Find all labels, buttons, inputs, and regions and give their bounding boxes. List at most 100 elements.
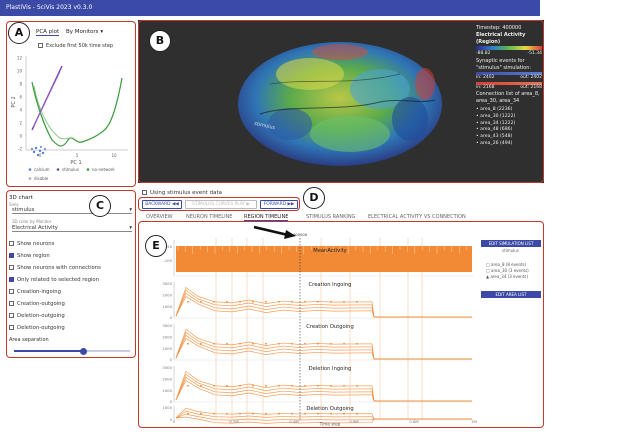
connection-title: Connection list of area_8, bbox=[476, 91, 540, 98]
checkbox-box bbox=[9, 265, 14, 270]
timeline-chart-title: MeanActivity bbox=[313, 248, 347, 254]
tab-electrical-vs-connection[interactable]: ELECTRICAL ACTIVITY VS CONNECTION bbox=[368, 214, 466, 220]
separation-slider-thumb[interactable] bbox=[80, 347, 88, 355]
count-y-tick: 2000 bbox=[162, 293, 172, 298]
connection-item[interactable]: • area_30 (1222) bbox=[476, 114, 542, 121]
scale-max: -51.34 bbox=[527, 51, 542, 57]
event-point bbox=[356, 300, 358, 303]
option-checkbox[interactable]: Show region bbox=[9, 253, 50, 259]
pca-legend-item[interactable]: calcium bbox=[34, 167, 50, 172]
brain-info-panel: Timestep: 400000 Electrical Activity (Re… bbox=[476, 25, 542, 148]
marker-b: B bbox=[149, 30, 171, 52]
pca-plot-tab[interactable]: PCA plot bbox=[36, 29, 60, 36]
timestep-label: Timestep: 400000 bbox=[476, 25, 522, 31]
event-series-line bbox=[175, 373, 472, 402]
option-checkbox[interactable]: Creation-outgoing bbox=[9, 301, 65, 307]
checkbox-box bbox=[9, 277, 14, 282]
event-point bbox=[317, 384, 319, 387]
pca-scatter-plot[interactable]: 12 10 8 6 4 2 0 -2 0 5 10 calcium stimulus no-netwo… bbox=[10, 52, 134, 184]
using-stimulus-checkbox[interactable]: Using stimulus event data bbox=[142, 190, 222, 196]
pca-y-tick: 8 bbox=[19, 82, 22, 87]
event-series-line bbox=[175, 337, 472, 360]
curves-play-button[interactable]: STIMULUS CURVES PLAY ▶ bbox=[185, 200, 257, 209]
timeline-chart[interactable]: 3000 2000 1000 0 Creation Ingoing bbox=[162, 281, 474, 320]
monitor-mode-select[interactable]: By Monitors ▾ bbox=[66, 29, 103, 35]
timeline-chart[interactable]: 3000 2000 1000 0 Creation Outgoing bbox=[162, 323, 474, 362]
separation-slider-track[interactable] bbox=[14, 347, 130, 355]
event-point bbox=[252, 384, 254, 387]
event-point bbox=[304, 412, 306, 415]
option-checkbox[interactable]: Show neurons bbox=[9, 241, 54, 247]
event-point bbox=[291, 384, 293, 387]
backward-button[interactable]: BACKWARD ◀◀ bbox=[142, 200, 182, 209]
synaptic-events-label: Synaptic events for bbox=[476, 58, 525, 65]
tab-region-timeline[interactable]: REGION TIMELINE bbox=[244, 214, 289, 221]
pca-x-tick: 5 bbox=[76, 153, 79, 158]
option-checkbox[interactable]: Deletion-outgoing bbox=[9, 325, 65, 331]
area-list: □ area_8 (8 events) □ area_30 (3 events) ▲… bbox=[486, 262, 529, 280]
timeline-chart[interactable]: 3000 2000 1000 0 Deletion Ingoing bbox=[162, 365, 474, 404]
pca-legend-item[interactable]: no-network bbox=[92, 167, 115, 172]
event-point bbox=[252, 412, 254, 415]
in-count-1: in: 2402 bbox=[476, 74, 495, 80]
event-point bbox=[213, 342, 215, 345]
timeline-x-tick: 0.6M bbox=[349, 419, 358, 424]
checkbox-box bbox=[9, 325, 14, 330]
event-point bbox=[330, 412, 332, 415]
event-point bbox=[226, 300, 228, 303]
color-select[interactable]: Electrical Activity ▾ bbox=[12, 225, 132, 232]
option-checkbox[interactable]: Deletion-outgoing bbox=[9, 313, 65, 319]
tab-overview[interactable]: OVERVIEW bbox=[146, 214, 173, 220]
pca-legend-item[interactable]: disable bbox=[34, 176, 49, 181]
event-point bbox=[343, 300, 345, 303]
connection-item[interactable]: • area_43 (548) bbox=[476, 134, 542, 141]
edit-simulation-list-button[interactable]: EDIT SIMULATION LIST bbox=[481, 240, 541, 247]
option-checkbox[interactable]: Creation-ingoing bbox=[9, 289, 61, 295]
connection-item[interactable]: • area_26 (494) bbox=[476, 141, 542, 148]
sim-select[interactable]: stimulus ▾ bbox=[12, 207, 132, 214]
forward-button[interactable]: FORWARD ▶▶ bbox=[260, 200, 298, 209]
pca-legend-item[interactable]: stimulus bbox=[62, 167, 79, 172]
event-point bbox=[252, 342, 254, 345]
scale-min: -88.82 bbox=[476, 51, 491, 57]
tab-stimulus-ranking[interactable]: STIMULUS RANKING bbox=[306, 214, 355, 220]
timeline-chart[interactable]: 1000 0 Deletion Outgoing bbox=[162, 405, 474, 424]
option-label: Deletion-outgoing bbox=[17, 325, 65, 331]
event-point bbox=[265, 300, 267, 303]
count-y-tick: 1000 bbox=[162, 304, 172, 309]
event-series-line bbox=[175, 331, 472, 360]
chevron-down-icon: ▾ bbox=[129, 225, 132, 231]
sim-select-value: stimulus bbox=[12, 207, 35, 213]
using-stimulus-label: Using stimulus event data bbox=[150, 190, 222, 196]
event-series-line bbox=[175, 379, 472, 402]
edit-area-list-button[interactable]: EDIT AREA LIST bbox=[481, 291, 541, 298]
count-y-tick: 1000 bbox=[162, 346, 172, 351]
event-point bbox=[265, 342, 267, 345]
checkbox-box bbox=[38, 43, 43, 48]
exclude-first-checkbox[interactable]: Exclude first 50k time step bbox=[38, 43, 113, 49]
connection-item[interactable]: • area_8 (2236) bbox=[476, 107, 542, 114]
monitor-mode-value: By Monitors bbox=[66, 29, 99, 35]
chevron-down-icon: ▾ bbox=[100, 29, 104, 35]
brain-render[interactable] bbox=[230, 34, 450, 179]
option-checkbox[interactable]: Show neurons with connections bbox=[9, 265, 101, 271]
event-point bbox=[239, 412, 241, 415]
event-point bbox=[356, 342, 358, 345]
area-list-item[interactable]: ▲ area_34 (3 events) bbox=[486, 274, 529, 280]
event-point bbox=[291, 300, 293, 303]
event-series-line bbox=[175, 370, 472, 402]
event-point bbox=[330, 300, 332, 303]
tab-neuron-timeline[interactable]: NEURON TIMELINE bbox=[186, 214, 232, 220]
event-point bbox=[356, 412, 358, 415]
activity-title: Electrical Activity (Region) bbox=[476, 31, 526, 45]
legend-swatch bbox=[28, 168, 32, 171]
timeline-chart[interactable]: -50-100MeanActivity bbox=[163, 240, 474, 277]
option-checkbox[interactable]: Only related to selected region bbox=[9, 277, 99, 283]
checkbox-box bbox=[9, 289, 14, 294]
event-point bbox=[187, 384, 189, 387]
option-label: Only related to selected region bbox=[17, 277, 100, 283]
in-count-2: in: 2168 bbox=[476, 84, 495, 90]
region-timeline-charts[interactable]: -50-100MeanActivity 3000200010000Creation… bbox=[140, 224, 478, 426]
count-y-tick: 1000 bbox=[162, 388, 172, 393]
pca-x-tick: 10 bbox=[111, 153, 117, 158]
